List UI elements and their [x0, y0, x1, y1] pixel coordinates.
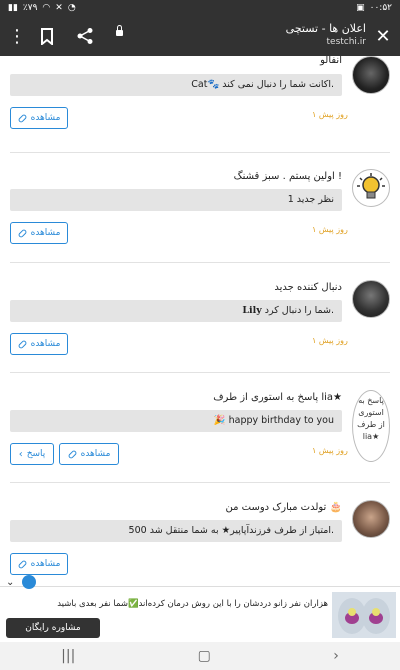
menu-icon[interactable]: ⋮ [2, 16, 32, 56]
mute-icon: ✕ [55, 3, 63, 13]
link-icon [17, 228, 28, 238]
browser-toolbar: ⋮ اعلان ها - تستچی testchi.ir ✕ [0, 16, 400, 56]
notification-message: Lily شما را دنبال کرد. [10, 300, 342, 322]
notification-title: تولدت مبارک دوست من 🎂 [225, 502, 343, 513]
notification-title: پاسخ به استوری از طرف lia★ [213, 392, 342, 403]
notification-item[interactable]: تولدت مبارک دوست من 🎂 500 امتیاز از طرف … [10, 500, 390, 586]
recent-apps-icon[interactable]: ||| [61, 648, 75, 664]
share-icon[interactable] [70, 16, 100, 56]
view-button-label: مشاهده [30, 559, 61, 569]
message-text: شما را دنبال کرد. [264, 305, 334, 316]
system-nav-bar: ||| ▢ › [0, 642, 400, 670]
view-button[interactable]: مشاهده [10, 222, 68, 244]
avatar[interactable] [352, 56, 390, 94]
link-icon [67, 449, 78, 459]
ad-banner[interactable]: ⌄ هزاران نفر زانو دردشان را با این روش د… [0, 575, 400, 643]
ad-cta-button[interactable]: مشاوره رایگان [6, 618, 100, 638]
notification-feed[interactable]: آنفالو Cat🐾 اکانت شما را دنبال نمی کند. … [0, 56, 400, 586]
reply-button-label: پاسخ [26, 449, 46, 459]
clock: ۰۰:۵۲ [369, 3, 392, 13]
divider [10, 372, 390, 373]
notification-item[interactable]: دنبال کننده جدید Lily شما را دنبال کرد. … [10, 280, 390, 360]
bookmark-icon[interactable] [32, 16, 62, 56]
avatar-alt-text: پاسخ به استوری از طرف lia★ [357, 396, 385, 441]
avatar[interactable] [352, 280, 390, 318]
notification-time: ۱ روز پیش [312, 336, 348, 345]
gallery-icon: ▣ [356, 3, 365, 13]
notification-time: ۱ روز پیش [312, 446, 348, 455]
notification-item[interactable]: اولین پستم . سبز قشنگ ! 1 نظر جدید ۱ روز… [10, 169, 390, 249]
ad-info-icon[interactable] [22, 575, 36, 589]
link-icon [17, 113, 28, 123]
notification-message: 500 امتیاز از طرف فرزندآپاپیر★ به شما من… [10, 520, 342, 542]
notification-title: اولین پستم . سبز قشنگ ! [233, 171, 342, 182]
divider [10, 482, 390, 483]
page-url: testchi.ir [326, 37, 367, 47]
close-icon[interactable]: ✕ [368, 16, 398, 56]
notification-time: ۱ روز پیش [312, 225, 348, 234]
signal-icon: ▮▮ [8, 3, 18, 13]
view-button-label: مشاهده [30, 228, 61, 238]
divider [10, 262, 390, 263]
view-button[interactable]: مشاهده [10, 107, 68, 129]
link-icon [17, 559, 28, 569]
notification-time: ۱ روز پیش [312, 110, 348, 119]
ad-image[interactable] [332, 592, 396, 638]
avatar[interactable] [352, 500, 390, 538]
lock-icon [116, 25, 123, 36]
divider [10, 152, 390, 153]
link-icon [17, 339, 28, 349]
notification-title: آنفالو [320, 56, 342, 66]
ad-text: هزاران نفر زانو دردشان را با این روش درم… [57, 599, 328, 609]
page-title-area: اعلان ها - تستچی testchi.ir [286, 22, 366, 48]
view-button-label: مشاهده [30, 113, 61, 123]
username[interactable]: Lily [242, 305, 261, 316]
notification-message: 🎉 happy birthday to you [10, 410, 342, 432]
view-button[interactable]: مشاهده [59, 443, 119, 465]
notification-message: Cat🐾 اکانت شما را دنبال نمی کند. [10, 74, 342, 96]
back-icon[interactable]: › [333, 648, 339, 664]
notification-title: دنبال کننده جدید [274, 282, 342, 293]
notification-item[interactable]: پاسخ به استوری از طرف lia★ پاسخ به استور… [10, 390, 390, 485]
view-button[interactable]: مشاهده [10, 333, 68, 355]
view-button-label: مشاهده [80, 449, 111, 459]
avatar-broken-image[interactable]: پاسخ به استوری از طرف lia★ [352, 390, 390, 462]
view-button-label: مشاهده [30, 339, 61, 349]
reply-button[interactable]: ‹ پاسخ [10, 443, 54, 465]
chevron-left-icon: ‹ [18, 448, 23, 460]
notification-message: 1 نظر جدید [10, 189, 342, 211]
alarm-icon: ◔ [67, 3, 76, 13]
battery-percent: ٪۷۹ [22, 3, 38, 13]
home-icon[interactable]: ▢ [198, 648, 211, 664]
notification-item[interactable]: آنفالو Cat🐾 اکانت شما را دنبال نمی کند. … [10, 56, 390, 137]
lightbulb-icon [352, 169, 390, 207]
status-bar: ▮▮ ٪۷۹ ◠ ✕ ◔ ▣ ۰۰:۵۲ [0, 0, 400, 16]
wifi-icon: ◠ [42, 3, 51, 13]
ad-collapse-icon[interactable]: ⌄ [6, 577, 14, 588]
view-button[interactable]: مشاهده [10, 553, 68, 575]
page-title: اعلان ها - تستچی [285, 22, 366, 35]
